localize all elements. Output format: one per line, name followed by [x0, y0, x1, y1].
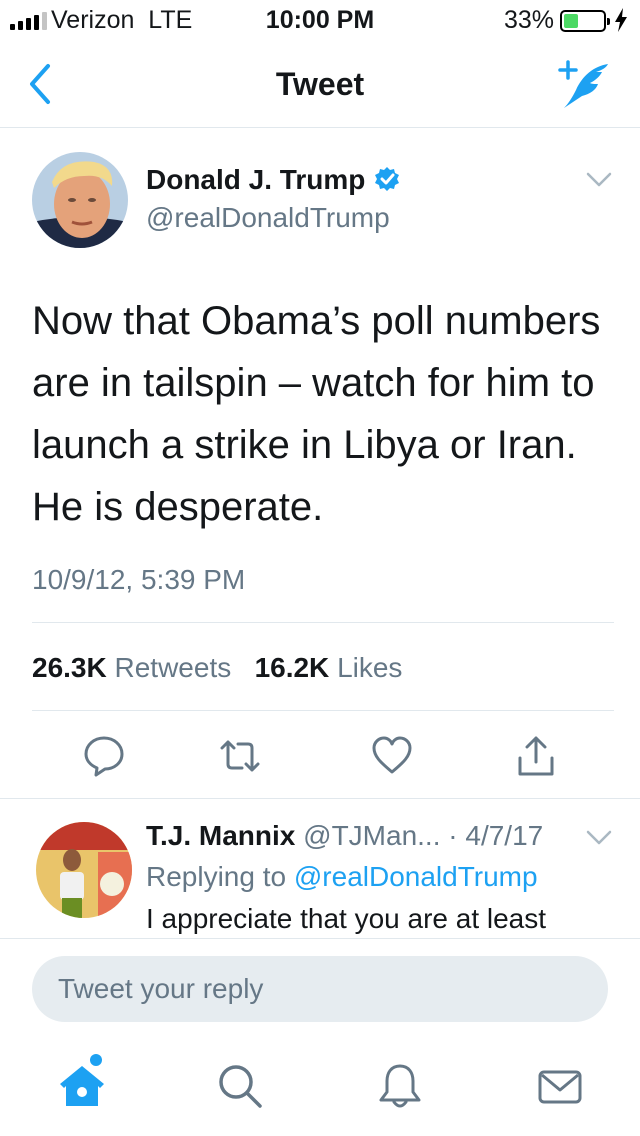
retweet-icon[interactable]	[218, 734, 262, 778]
author-handle[interactable]: @realDonaldTrump	[146, 202, 390, 234]
page-title: Tweet	[275, 66, 365, 102]
retweets-count: 26.3K	[32, 652, 107, 683]
navigation-bar: Tweet	[0, 40, 640, 128]
author-avatar[interactable]	[32, 152, 128, 248]
chevron-down-icon[interactable]	[586, 830, 612, 846]
likes-count: 16.2K	[254, 652, 330, 683]
messages-icon[interactable]	[534, 1060, 586, 1112]
battery-icon	[560, 10, 610, 32]
divider	[32, 622, 614, 623]
tweet-text: Now that Obama’s poll numbers are in tai…	[32, 299, 601, 529]
notifications-icon[interactable]	[374, 1060, 426, 1112]
divider	[0, 798, 640, 799]
author-name-text: Donald J. Trump	[146, 164, 366, 195]
reply-icon[interactable]	[82, 734, 126, 778]
likes-stat[interactable]: 16.2K Likes	[255, 652, 403, 683]
reply-composer[interactable]	[32, 956, 608, 1022]
reply-author-handle[interactable]: @TJMan...	[303, 820, 440, 851]
author-name[interactable]: Donald J. Trump	[146, 164, 401, 196]
search-icon[interactable]	[214, 1060, 266, 1112]
replying-to-label: Replying to	[146, 861, 287, 892]
likes-label: Likes	[337, 652, 403, 683]
reply-author-name[interactable]: T.J. Mannix	[146, 820, 295, 851]
replying-to-line: Replying to @realDonaldTrump	[146, 861, 538, 893]
divider	[32, 710, 614, 711]
home-icon[interactable]	[56, 1060, 108, 1112]
compose-tweet-icon[interactable]	[554, 60, 612, 110]
verified-badge-icon	[375, 167, 400, 191]
like-heart-icon[interactable]	[370, 734, 414, 778]
retweets-stat[interactable]: 26.3K Retweets	[32, 652, 231, 683]
battery-percentage: 33%	[503, 6, 554, 34]
reply-input[interactable]	[32, 956, 608, 1022]
tweet-timestamp: 10/9/12, 5:39 PM	[32, 564, 246, 595]
replying-to-mention[interactable]: @realDonaldTrump	[294, 861, 538, 892]
charging-bolt-icon	[615, 8, 627, 32]
retweets-label: Retweets	[114, 652, 232, 683]
status-bar: Verizon LTE 10:00 PM 33%	[0, 0, 640, 40]
reply-text: I appreciate that you are at least	[146, 903, 547, 934]
reply-header: T.J. Mannix @TJMan... · 4/7/17	[146, 820, 543, 852]
reply-author-avatar[interactable]	[36, 822, 132, 918]
reply-date: · 4/7/17	[448, 820, 544, 851]
tweet-stats: 26.3K Retweets 16.2K Likes	[32, 652, 402, 684]
share-icon[interactable]	[514, 734, 558, 778]
chevron-down-icon[interactable]	[586, 172, 612, 188]
